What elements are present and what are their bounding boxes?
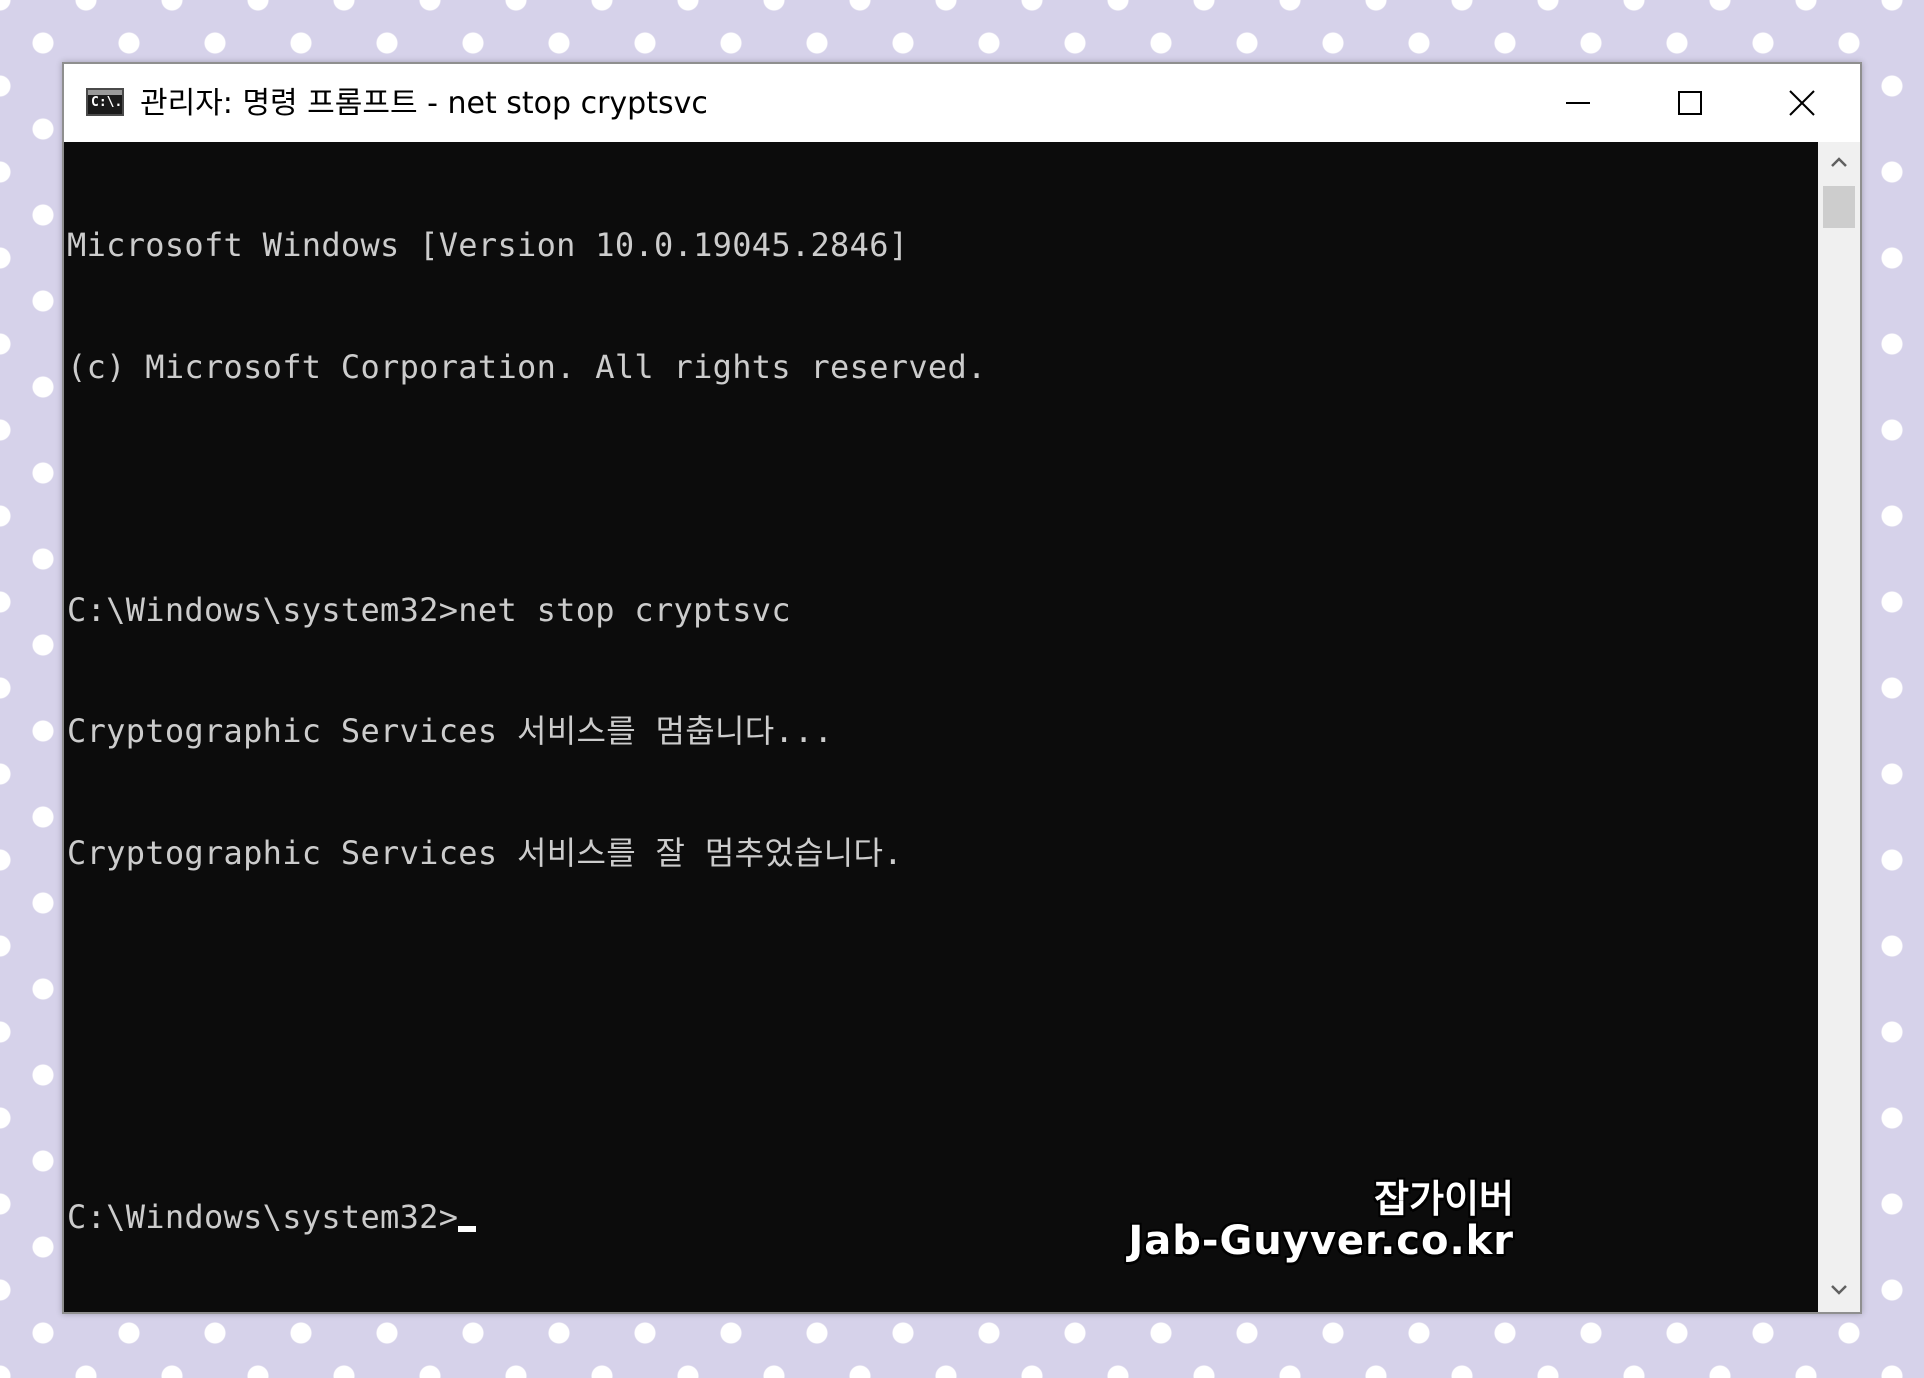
chevron-down-icon (1831, 1285, 1847, 1295)
text-cursor (458, 1226, 477, 1232)
chevron-up-icon (1831, 157, 1847, 167)
cmd-icon-text: C:\. (91, 95, 123, 110)
scrollbar-thumb[interactable] (1823, 186, 1855, 228)
console-line: (c) Microsoft Corporation. All rights re… (67, 347, 987, 386)
maximize-button[interactable] (1634, 64, 1746, 142)
watermark-url: Jab-Guyver.co.kr (1128, 1217, 1514, 1264)
vertical-scrollbar[interactable] (1818, 142, 1860, 1312)
close-button[interactable] (1746, 64, 1858, 142)
console-line: Cryptographic Services 서비스를 멈춥니다... (67, 712, 834, 750)
maximize-icon (1678, 91, 1702, 115)
command-prompt-window[interactable]: C:\. 관리자: 명령 프롬프트 - net stop cryptsvc Mi… (62, 62, 1862, 1314)
cmd-icon[interactable]: C:\. (86, 88, 124, 116)
window-title: 관리자: 명령 프롬프트 - net stop cryptsvc (140, 86, 708, 121)
console-line: Cryptographic Services 서비스를 잘 멈추었습니다. (67, 833, 903, 872)
console-text: Microsoft Windows [Version 10.0.19045.28… (67, 144, 987, 1312)
console-output[interactable]: Microsoft Windows [Version 10.0.19045.28… (64, 142, 1818, 1312)
console-prompt-line[interactable]: C:\Windows\system32> (67, 1197, 987, 1238)
console-prompt: C:\Windows\system32> (67, 1198, 459, 1236)
minimize-button[interactable] (1522, 64, 1634, 142)
close-icon (1789, 90, 1815, 116)
scroll-up-button[interactable] (1818, 142, 1860, 184)
console-line: C:\Windows\system32>net stop cryptsvc (67, 590, 791, 629)
title-bar[interactable]: C:\. 관리자: 명령 프롬프트 - net stop cryptsvc (64, 64, 1860, 142)
watermark: 잡가이버 Jab-Guyver.co.kr (1128, 1177, 1514, 1264)
scroll-down-button[interactable] (1818, 1270, 1860, 1312)
console-line: Microsoft Windows [Version 10.0.19045.28… (67, 226, 909, 264)
watermark-korean: 잡가이버 (1374, 1177, 1514, 1221)
minimize-icon (1566, 102, 1590, 104)
